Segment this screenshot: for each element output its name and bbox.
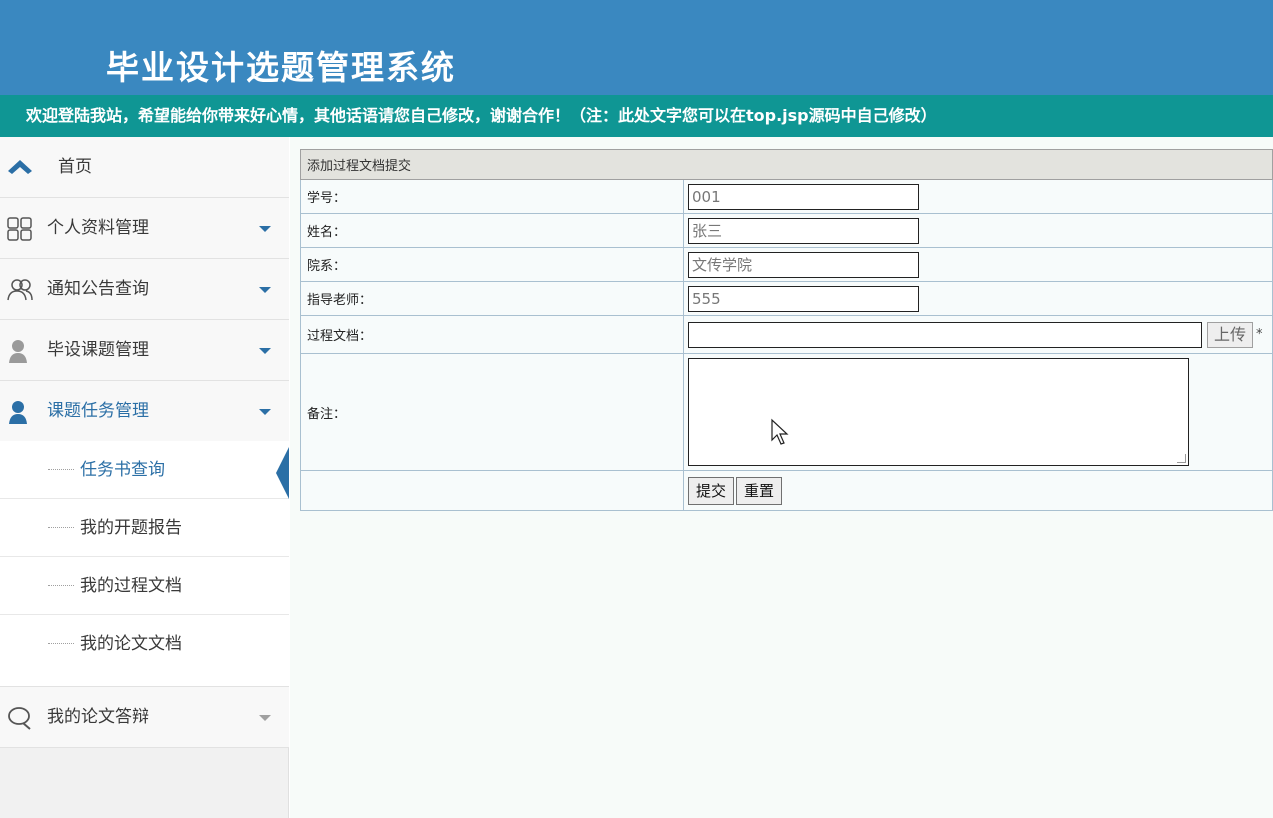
department-label: 院系： <box>300 247 684 282</box>
tasks-submenu: 任务书查询 我的开题报告 我的过程文档 我的论文文档 <box>0 441 289 687</box>
submenu-item-label: 任务书查询 <box>80 460 165 480</box>
submenu-item-task-book[interactable]: 任务书查询 <box>0 441 289 499</box>
remark-label: 备注： <box>300 353 684 471</box>
notice-bar: 欢迎登陆我站，希望能给你带来好心情，其他话语请您自己修改，谢谢合作！（注：此处文… <box>0 95 1273 137</box>
upload-button[interactable]: 上传 <box>1207 321 1254 348</box>
chevron-down-icon <box>259 226 271 232</box>
sidebar: 首页 个人资料管理 通知公告查询 毕设课题管理 课题任务管理 任务书查询 我的开… <box>0 137 289 818</box>
chat-icon <box>8 707 31 730</box>
department-field[interactable] <box>688 251 919 278</box>
sidebar-item-label: 课题任务管理 <box>47 401 149 421</box>
chevron-down-icon <box>259 715 271 721</box>
mouse-cursor-icon <box>771 418 789 445</box>
advisor-label: 指导老师： <box>300 281 684 316</box>
student-id-field[interactable] <box>688 183 919 210</box>
document-label: 过程文档： <box>300 315 684 354</box>
user-icon <box>9 340 27 363</box>
remark-textarea[interactable] <box>688 358 1189 466</box>
name-field[interactable] <box>688 217 919 244</box>
sidebar-item-home[interactable]: 首页 <box>0 137 289 198</box>
grid-icon <box>7 217 32 241</box>
notice-text: 欢迎登陆我站，希望能给你带来好心情，其他话语请您自己修改，谢谢合作！（注：此处文… <box>26 106 937 125</box>
sidebar-item-label: 毕设课题管理 <box>47 340 149 360</box>
submenu-item-label: 我的过程文档 <box>80 576 182 596</box>
name-label: 姓名： <box>300 213 684 248</box>
advisor-field[interactable] <box>688 285 919 312</box>
sidebar-item-profile[interactable]: 个人资料管理 <box>0 198 289 259</box>
chevron-down-icon <box>259 409 271 415</box>
submenu-item-label: 我的论文文档 <box>80 634 182 654</box>
document-path-field[interactable] <box>688 321 1202 348</box>
users-icon <box>7 279 33 301</box>
sidebar-item-label: 我的论文答辩 <box>47 707 149 727</box>
site-title: 毕业设计选题管理系统 <box>106 48 456 87</box>
form-caption: 添加过程文档提交 <box>300 149 1273 180</box>
submenu-item-process-docs[interactable]: 我的过程文档 <box>0 557 289 615</box>
chevron-down-icon <box>259 348 271 354</box>
submit-button[interactable]: 提交 <box>688 476 735 505</box>
sidebar-item-label: 首页 <box>58 157 92 177</box>
required-mark: * <box>1256 327 1263 342</box>
reset-button[interactable]: 重置 <box>736 476 783 505</box>
submenu-item-proposal[interactable]: 我的开题报告 <box>0 499 289 557</box>
active-indicator-icon <box>276 447 289 499</box>
submenu-item-label: 我的开题报告 <box>80 518 182 538</box>
site-header: 毕业设计选题管理系统 <box>0 0 1273 95</box>
submenu-item-thesis-docs[interactable]: 我的论文文档 <box>0 615 289 673</box>
sidebar-item-label: 通知公告查询 <box>47 279 149 299</box>
process-doc-form: 添加过程文档提交 学号： 姓名： 院系： 指导老师： 过程文档： 上传* 备注： <box>300 149 1273 511</box>
resize-grip-icon[interactable] <box>1177 454 1186 463</box>
sidebar-item-label: 个人资料管理 <box>47 218 149 238</box>
sidebar-item-tasks[interactable]: 课题任务管理 <box>0 381 289 442</box>
chevron-down-icon <box>259 287 271 293</box>
sidebar-item-topics[interactable]: 毕设课题管理 <box>0 320 289 381</box>
sidebar-item-defense[interactable]: 我的论文答辩 <box>0 687 289 748</box>
sidebar-item-notices[interactable]: 通知公告查询 <box>0 259 289 320</box>
user-icon <box>9 401 27 424</box>
student-id-label: 学号： <box>300 179 684 214</box>
home-icon <box>8 160 32 174</box>
